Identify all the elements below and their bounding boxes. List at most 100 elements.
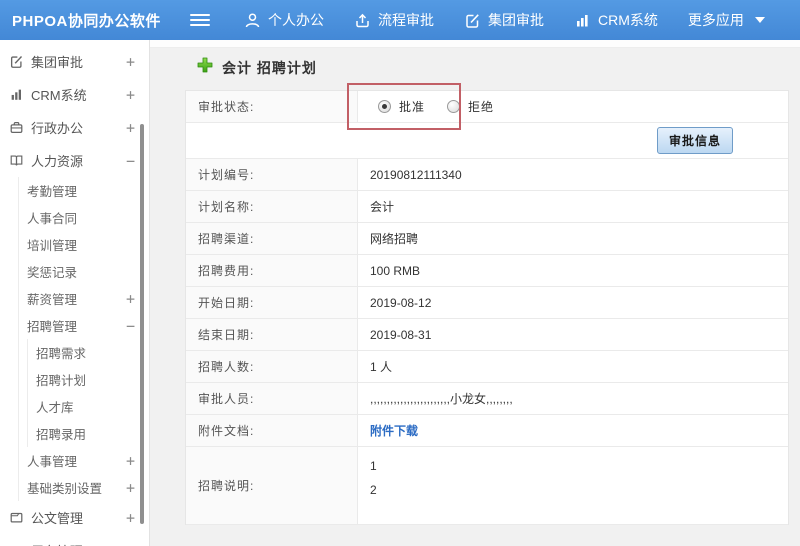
sidebar-item-label: 招聘管理 <box>27 320 78 334</box>
sidebar-item-documents[interactable]: 公文管理 + <box>0 501 149 534</box>
sidebar-item-label: CRM系统 <box>31 88 87 103</box>
sidebar-item-label: 招聘录用 <box>36 428 87 442</box>
approval-info-button[interactable]: 审批信息 <box>656 127 733 154</box>
attachment-download-link[interactable]: 附件下载 <box>370 422 418 439</box>
sidebar-item-label: 人事管理 <box>27 455 78 469</box>
form-row-actions: 审批信息 <box>186 123 788 159</box>
field-label: 审批状态: <box>186 91 358 122</box>
menu-item-label: CRM系统 <box>598 12 658 28</box>
sidebar-item-recruit-plan[interactable]: 招聘计划 <box>28 366 149 393</box>
radio-unselected-icon[interactable] <box>447 100 461 113</box>
compose-icon <box>464 12 481 29</box>
field-label: 计划名称: <box>186 191 358 222</box>
field-label: 审批人员: <box>186 383 358 414</box>
expand-plus-icon[interactable]: + <box>126 542 135 546</box>
menu-personal-office[interactable]: 个人办公 <box>244 10 324 30</box>
attachment-value-cell: 附件下载 <box>358 415 788 446</box>
sidebar-item-rewards[interactable]: 奖惩记录 <box>19 258 149 285</box>
sidebar-item-label: 薪资管理 <box>27 293 78 307</box>
document-icon <box>8 510 24 525</box>
main-content: 会计 招聘计划 审批状态: 批准 拒绝 审批信息 计划编号: 201908121… <box>150 40 800 546</box>
sidebar-item-label: 集团审批 <box>31 55 84 70</box>
hr-submenu: 考勤管理 人事合同 培训管理 奖惩记录 薪资管理 + 招聘管理 − 招聘需求 招… <box>18 177 149 501</box>
radio-approve[interactable]: 批准 <box>378 98 425 115</box>
sidebar-item-recruit-mgmt[interactable]: 招聘管理 − <box>19 312 149 339</box>
expand-plus-icon[interactable]: + <box>126 86 135 104</box>
radio-reject[interactable]: 拒绝 <box>447 98 494 115</box>
sidebar-item-admin-office[interactable]: 行政办公 + <box>0 111 149 144</box>
collapse-minus-icon[interactable]: − <box>126 317 135 335</box>
sidebar-item-hr[interactable]: 人力资源 − <box>0 144 149 177</box>
sidebar-item-hr-contract[interactable]: 人事合同 <box>19 204 149 231</box>
sidebar-item-label: 招聘计划 <box>36 374 87 388</box>
sidebar-item-label: 行政办公 <box>31 121 84 136</box>
sidebar-item-personnel-mgmt[interactable]: 人事管理 + <box>19 447 149 474</box>
form-row-attachment: 附件文档: 附件下载 <box>186 415 788 447</box>
sidebar-scrollbar-thumb[interactable] <box>140 124 144 524</box>
sidebar-item-label: 考勤管理 <box>27 185 78 199</box>
sidebar-item-base-category[interactable]: 基础类别设置 + <box>19 474 149 501</box>
menu-process-approval[interactable]: 流程审批 <box>354 10 434 30</box>
menu-more-apps[interactable]: 更多应用 <box>688 10 765 30</box>
field-label: 开始日期: <box>186 287 358 318</box>
form-row-plan-number: 计划编号: 20190812111340 <box>186 159 788 191</box>
menu-group-approval[interactable]: 集团审批 <box>464 10 544 30</box>
topbar: PHPOA协同办公软件 个人办公 流程审批 集团审批 CRM系统 更多应用 <box>0 0 800 40</box>
sidebar-item-attendance[interactable]: 考勤管理 <box>19 177 149 204</box>
description-value-cell: 1 2 <box>358 447 788 524</box>
field-label: 招聘说明: <box>186 447 358 524</box>
sidebar-item-group-approval[interactable]: 集团审批 + <box>0 45 149 78</box>
sidebar-item-label: 用车管理 <box>31 541 83 546</box>
form-row-end-date: 结束日期: 2019-08-31 <box>186 319 788 351</box>
caret-down-icon <box>754 17 765 23</box>
expand-plus-icon[interactable]: + <box>126 290 135 308</box>
status-value-cell: 批准 拒绝 <box>358 91 788 122</box>
field-label: 招聘费用: <box>186 255 358 286</box>
radio-selected-icon[interactable] <box>378 100 391 113</box>
content-top-strip <box>150 40 800 48</box>
expand-plus-icon[interactable]: + <box>126 452 135 470</box>
sidebar-item-training[interactable]: 培训管理 <box>19 231 149 258</box>
expand-plus-icon[interactable]: + <box>126 53 135 71</box>
bar-chart-icon <box>574 12 591 29</box>
sidebar-item-label: 招聘需求 <box>36 347 87 361</box>
hamburger-menu-icon[interactable] <box>190 14 210 26</box>
description-line: 2 <box>370 483 377 497</box>
sidebar-item-label: 人事合同 <box>27 212 78 226</box>
field-value: 20190812111340 <box>370 167 462 182</box>
sidebar-item-label: 人力资源 <box>31 154 84 169</box>
field-label: 结束日期: <box>186 319 358 350</box>
expand-plus-icon[interactable]: + <box>126 119 135 137</box>
sidebar-item-label: 公文管理 <box>31 511 84 526</box>
menu-crm-system[interactable]: CRM系统 <box>574 10 658 30</box>
menu-item-label: 更多应用 <box>687 12 744 28</box>
sidebar-item-talent-pool[interactable]: 人才库 <box>28 393 149 420</box>
sidebar-item-recruit-demand[interactable]: 招聘需求 <box>28 339 149 366</box>
app-logo: PHPOA协同办公软件 <box>12 12 161 30</box>
sidebar-item-label: 奖惩记录 <box>27 266 78 280</box>
field-value: 2019-08-31 <box>370 327 432 342</box>
bar-chart-icon <box>8 87 24 102</box>
expand-plus-icon[interactable]: + <box>126 479 135 497</box>
app-window: PHPOA协同办公软件 个人办公 流程审批 集团审批 CRM系统 更多应用 集团… <box>0 0 800 546</box>
sidebar-item-vehicle[interactable]: 用车管理 + <box>0 534 149 546</box>
field-value: ,,,,,,,,,,,,,,,,,,,,,,,,小龙女,,,,,,,, <box>370 392 513 406</box>
menu-item-label: 流程审批 <box>378 12 434 28</box>
sidebar-item-recruit-hire[interactable]: 招聘录用 <box>28 420 149 447</box>
menu-item-label: 个人办公 <box>268 12 324 28</box>
collapse-minus-icon[interactable]: − <box>126 152 135 170</box>
sidebar-item-crm[interactable]: CRM系统 + <box>0 78 149 111</box>
topbar-menu: 个人办公 流程审批 集团审批 CRM系统 更多应用 <box>244 10 765 30</box>
description-line: 1 <box>370 459 377 473</box>
add-plus-icon[interactable] <box>197 57 213 78</box>
sidebar-item-salary[interactable]: 薪资管理 + <box>19 285 149 312</box>
form-row-channel: 招聘渠道: 网络招聘 <box>186 223 788 255</box>
field-label: 计划编号: <box>186 159 358 190</box>
book-icon <box>8 153 24 168</box>
field-label: 附件文档: <box>186 415 358 446</box>
expand-plus-icon[interactable]: + <box>126 509 135 527</box>
sidebar-item-label: 人才库 <box>36 401 74 415</box>
form-row-status: 审批状态: 批准 拒绝 <box>186 91 788 123</box>
form-row-start-date: 开始日期: 2019-08-12 <box>186 287 788 319</box>
form-row-approvers: 审批人员: ,,,,,,,,,,,,,,,,,,,,,,,,小龙女,,,,,,,… <box>186 383 788 415</box>
